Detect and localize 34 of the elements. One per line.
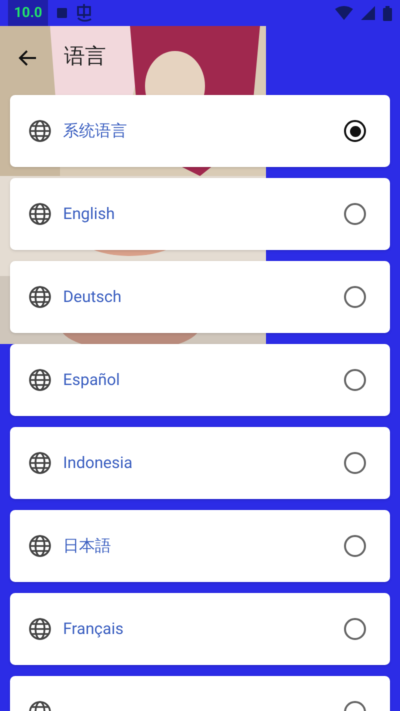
globe-icon: [28, 534, 52, 558]
radio-button[interactable]: [344, 286, 366, 308]
language-option[interactable]: English: [10, 178, 390, 250]
notification-icon: [56, 7, 68, 19]
language-option[interactable]: Français: [10, 593, 390, 665]
radio-button[interactable]: [344, 452, 366, 474]
globe-icon: [28, 202, 52, 226]
radio-button[interactable]: [344, 120, 366, 142]
status-badge: 10.0: [8, 0, 48, 26]
language-name: Deutsch: [63, 286, 122, 308]
globe-icon: [28, 451, 52, 475]
language-name: Español: [63, 369, 120, 391]
radio-button[interactable]: [344, 618, 366, 640]
globe-icon: [28, 368, 52, 392]
radio-button[interactable]: [344, 535, 366, 557]
language-option[interactable]: Deutsch: [10, 261, 390, 333]
language-name: Indonesia: [63, 452, 133, 474]
language-option[interactable]: 系统语言: [10, 95, 390, 167]
battery-icon: [383, 6, 392, 20]
language-name: Français: [63, 618, 124, 640]
language-name: English: [63, 203, 115, 225]
page-title: 语言: [64, 44, 106, 72]
radio-button[interactable]: [344, 203, 366, 225]
language-name: 日本語: [63, 535, 111, 557]
language-option[interactable]: Español: [10, 344, 390, 416]
radio-button[interactable]: [344, 369, 366, 391]
wifi-icon: [335, 6, 353, 20]
globe-icon: [28, 285, 52, 309]
language-option[interactable]: 日本語: [10, 510, 390, 582]
globe-icon: [28, 617, 52, 641]
signal-icon: [361, 6, 375, 20]
globe-icon: [28, 119, 52, 143]
language-name: 系统语言: [63, 120, 127, 142]
language-option[interactable]: Indonesia: [10, 427, 390, 499]
